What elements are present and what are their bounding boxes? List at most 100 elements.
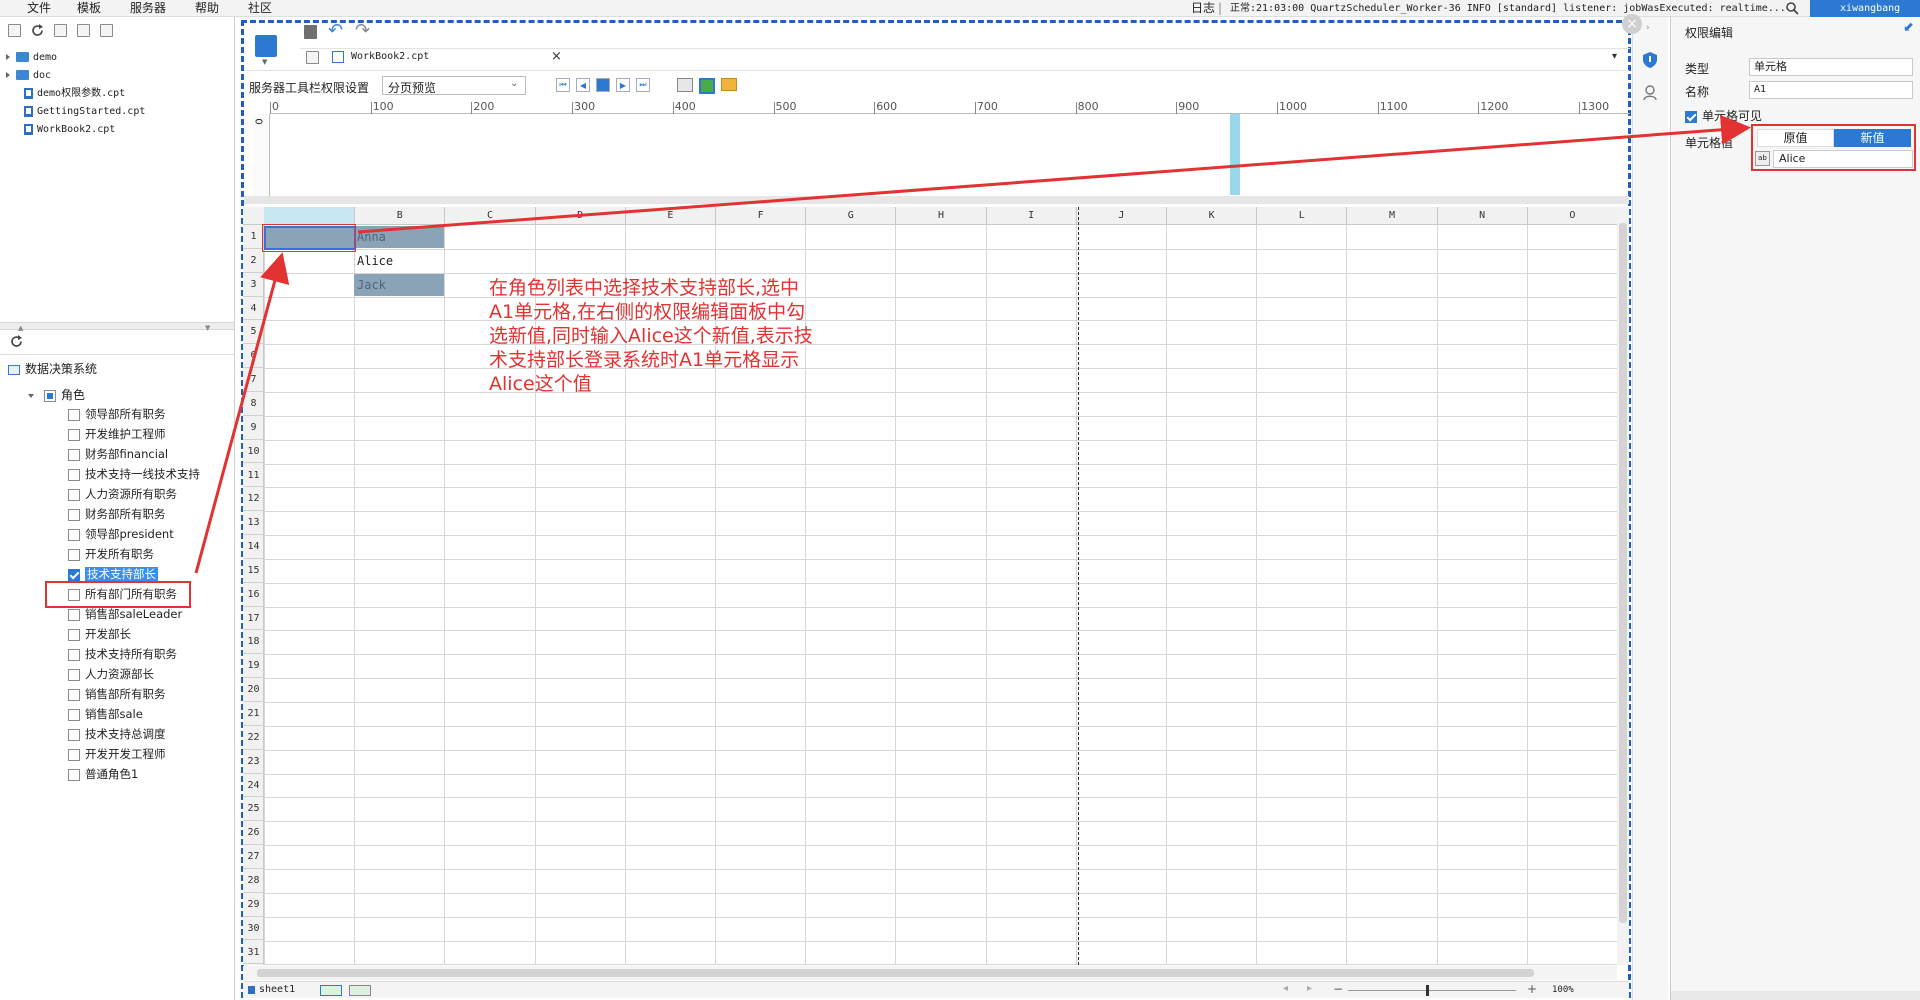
role-checkbox[interactable] [68,648,80,661]
row-header[interactable]: 24 [243,774,264,798]
row-header[interactable]: 5 [243,320,264,345]
role-item[interactable]: 技术支持所有职务 [68,644,234,664]
row-header[interactable]: 4 [243,297,264,321]
row-header[interactable]: 22 [243,726,264,750]
panel-splitter[interactable]: ▲ ▼ [0,322,234,332]
close-tab-icon[interactable]: × [551,49,562,64]
row-header[interactable]: 26 [243,821,264,846]
row-header[interactable]: 30 [243,917,264,941]
role-item[interactable]: 销售部sale [68,704,234,724]
role-checkbox[interactable] [68,548,80,561]
row-header[interactable]: 15 [243,559,264,583]
role-checkbox[interactable] [68,468,80,481]
report-designer-icon[interactable] [255,35,277,57]
pane-divider[interactable] [244,196,1629,204]
close-icon[interactable]: × [1622,14,1642,34]
role-item[interactable]: 开发部长 [68,624,234,644]
menu-server[interactable]: 服务器 [130,0,166,17]
refresh-icon[interactable] [31,24,44,40]
horizontal-scrollbar[interactable] [243,966,1617,980]
role-checkbox[interactable] [68,728,80,741]
prev-page-icon[interactable]: ◀ [576,78,590,92]
row-header[interactable]: 3 [243,273,264,297]
menu-help[interactable]: 帮助 [195,0,219,17]
column-header[interactable]: M [1346,207,1436,225]
collapse-panel-icon[interactable]: › [1646,23,1650,33]
menu-file[interactable]: 文件 [27,0,51,17]
user-name[interactable]: xiwangbang [1840,0,1900,17]
role-item[interactable]: 领导部所有职务 [68,404,234,424]
role-checkbox[interactable] [68,608,80,621]
expand-icon[interactable] [6,72,10,78]
redo-icon[interactable]: ↷ [355,20,370,41]
tree-item-file[interactable]: WorkBook2.cpt [6,121,231,139]
expand-icon[interactable] [6,54,10,60]
search-icon[interactable] [1786,2,1799,18]
row-header[interactable]: 17 [243,607,264,631]
row-header[interactable]: 21 [243,702,264,726]
role-checkbox[interactable] [68,768,80,781]
tab-menu-icon[interactable]: ▾ [1612,51,1617,62]
role-checkbox[interactable] [68,448,80,461]
role-checkbox[interactable] [68,668,80,681]
role-checkbox[interactable] [68,748,80,761]
row-header[interactable]: 23 [243,750,264,774]
role-checkbox[interactable] [68,568,80,581]
row-header[interactable]: 20 [243,678,264,702]
row-header[interactable]: 14 [243,535,264,559]
column-header[interactable]: H [895,207,985,225]
last-page-icon[interactable]: ⏭ [636,78,650,92]
tree-item-file[interactable]: demo权限参数.cpt [6,85,231,103]
email-icon[interactable] [721,78,737,91]
role-checkbox[interactable] [68,488,80,501]
column-header[interactable]: D [534,207,625,225]
horizontal-scroll-thumb[interactable] [257,969,1534,977]
column-header[interactable]: F [715,207,805,225]
row-header[interactable]: 10 [243,440,264,464]
menu-community[interactable]: 社区 [248,0,272,17]
cell-visible-row[interactable]: 单元格可见 [1685,107,1762,124]
row-header[interactable]: 8 [243,392,264,416]
role-checkbox[interactable] [68,408,80,421]
export-icon[interactable] [699,78,715,94]
role-item[interactable]: 技术支持一线技术支持 [68,464,234,484]
row-header[interactable]: 11 [243,464,264,488]
cell-b3[interactable]: Jack [354,274,444,296]
role-checkbox[interactable] [68,628,80,641]
role-item[interactable]: 财务部所有职务 [68,504,234,524]
role-checkbox[interactable] [68,708,80,721]
row-header[interactable]: 18 [243,630,264,655]
row-header[interactable]: 28 [243,869,264,893]
zoom-in-icon[interactable]: + [1527,982,1537,996]
log-label[interactable]: 日志 [1191,0,1215,17]
column-header[interactable]: I [985,207,1076,225]
role-root[interactable]: 角色 [28,386,85,403]
scroll-left-icon[interactable]: ◂ [1283,983,1288,994]
role-item[interactable]: 技术支持总调度 [68,724,234,744]
role-checkbox[interactable] [68,508,80,521]
refresh-roles-icon[interactable] [10,335,23,351]
row-header[interactable]: 1 [243,225,264,249]
column-header[interactable]: O [1526,207,1617,225]
row-header[interactable]: 7 [243,368,264,392]
cell-visible-checkbox[interactable] [1685,110,1697,123]
column-header[interactable]: L [1256,207,1346,225]
add-sheet-icon[interactable] [320,985,342,996]
undo-icon[interactable]: ↶ [328,20,343,41]
row-header[interactable]: 2 [243,249,264,273]
column-header[interactable]: N [1436,207,1527,225]
column-header[interactable]: B [354,207,444,225]
shield-icon[interactable] [1643,52,1657,71]
save-icon[interactable] [304,25,317,39]
next-page-icon[interactable]: ▶ [616,78,630,92]
collapse-up-icon[interactable]: ▲ [18,324,23,332]
dropdown-icon[interactable]: ▼ [262,58,267,66]
add-poly-sheet-icon[interactable] [349,985,371,996]
zoom-slider[interactable] [1348,990,1516,991]
role-checkbox[interactable] [68,528,80,541]
sheet-grid[interactable] [243,207,1617,966]
role-item[interactable]: 领导部president [68,524,234,544]
column-header[interactable]: E [624,207,715,225]
scroll-right-icon[interactable]: ▸ [1307,983,1312,994]
column-header[interactable]: K [1166,207,1256,225]
